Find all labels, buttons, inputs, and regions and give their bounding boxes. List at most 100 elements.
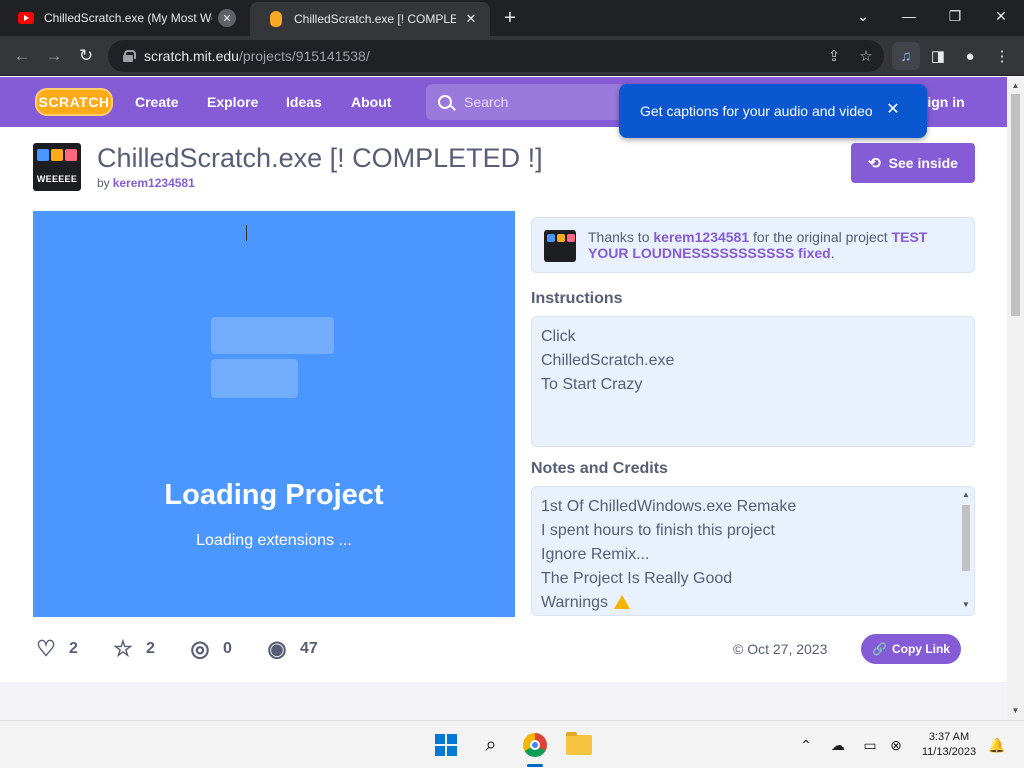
- page-scroll-down-icon[interactable]: ▼: [1007, 704, 1024, 718]
- address-bar[interactable]: scratch.mit.edu /projects/915141538/ ⇪ ☆: [108, 40, 884, 72]
- notes-scrollbar[interactable]: ▲ ▼: [960, 489, 972, 613]
- instruction-line: Click: [541, 328, 576, 345]
- captions-popup-text: Get captions for your audio and video: [640, 103, 873, 119]
- project-stage[interactable]: Loading Project Loading extensions ...: [33, 211, 515, 617]
- menu-kebab-icon[interactable]: ⋮: [988, 42, 1016, 70]
- favorite-count: 2: [146, 640, 155, 657]
- notes-line: I spent hours to finish this project: [541, 522, 775, 539]
- eye-icon: ◉: [267, 636, 287, 661]
- search-placeholder: Search: [464, 94, 509, 110]
- nav-ideas[interactable]: Ideas: [286, 77, 322, 127]
- copy-link-button[interactable]: 🔗 Copy Link: [861, 634, 961, 664]
- tab-title: ChilledScratch.exe [! COMPLETED: [294, 12, 456, 26]
- link-icon: 🔗: [872, 642, 887, 656]
- nav-about[interactable]: About: [351, 77, 391, 127]
- text-cursor-icon: [246, 225, 252, 241]
- remix-author-link[interactable]: kerem1234581: [653, 229, 749, 245]
- notes-line-warnings: Warnings: [541, 591, 965, 615]
- forward-button[interactable]: →: [40, 42, 68, 70]
- start-button[interactable]: [428, 727, 464, 763]
- project-thumbnail: WEEEEE: [33, 143, 81, 191]
- instructions-heading: Instructions: [531, 290, 623, 307]
- tab-close-icon[interactable]: ✕: [218, 9, 236, 27]
- instruction-line: To Start Crazy: [541, 376, 643, 393]
- remix-credit-text: Thanks to kerem1234581 for the original …: [588, 229, 966, 261]
- remix-suffix: .: [830, 245, 835, 261]
- loading-subtitle: Loading extensions ...: [196, 532, 352, 549]
- display-icon[interactable]: ▭: [858, 733, 882, 757]
- loading-block-icon: [211, 359, 298, 398]
- tab-close-icon[interactable]: ✕: [462, 10, 480, 28]
- copy-link-label: Copy Link: [891, 642, 950, 656]
- notes-heading: Notes and Credits: [531, 460, 668, 477]
- tab-title: ChilledScratch.exe (My Most Wo: [44, 11, 212, 25]
- windows-logo-icon: [435, 734, 457, 756]
- search-input[interactable]: Search: [426, 84, 626, 120]
- lock-icon[interactable]: [122, 50, 136, 62]
- minimize-button[interactable]: —: [886, 0, 932, 32]
- remix-middle: for the original project: [753, 229, 888, 245]
- side-panel-icon[interactable]: ◨: [924, 42, 952, 70]
- instructions-box[interactable]: Click ChilledScratch.exe To Start Crazy: [531, 316, 975, 447]
- remix-count: 0: [223, 640, 232, 657]
- profile-icon[interactable]: ●: [956, 42, 984, 70]
- show-hidden-icons-icon[interactable]: ⌃: [794, 733, 818, 757]
- love-stat[interactable]: ♡ 2: [33, 634, 78, 664]
- network-icon[interactable]: ⊗: [884, 733, 908, 757]
- nav-create[interactable]: Create: [135, 77, 179, 127]
- scroll-up-icon[interactable]: ▲: [960, 489, 972, 501]
- notes-box[interactable]: 1st Of ChilledWindows.exe Remake I spent…: [531, 486, 975, 616]
- screen: ChilledScratch.exe (My Most Wo ✕ Chilled…: [0, 0, 1024, 768]
- thumbnail-text: WEEEEE: [36, 174, 78, 184]
- notification-bell-icon[interactable]: 🔔: [985, 733, 1009, 757]
- folder-icon: [566, 732, 592, 755]
- see-inside-label: See inside: [888, 155, 958, 171]
- reload-button[interactable]: ↻: [72, 42, 100, 70]
- see-inside-button[interactable]: ⟲ See inside: [851, 143, 975, 183]
- page-scrollbar[interactable]: ▲ ▼: [1007, 77, 1024, 720]
- youtube-favicon-icon: [18, 10, 34, 26]
- search-icon: [438, 95, 452, 109]
- media-control-icon[interactable]: ♫: [892, 42, 920, 70]
- search-taskbar-icon[interactable]: ⌕: [473, 727, 509, 763]
- windows-taskbar: ⌕ ⌃ ☁ ▭ ⊗ 3:37 AM 11/13/2023 🔔: [0, 720, 1024, 768]
- clock-date: 11/13/2023: [921, 746, 977, 758]
- warning-icon: [613, 595, 630, 609]
- clock-time: 3:37 AM: [928, 731, 970, 743]
- captions-close-icon[interactable]: ✕: [883, 100, 903, 120]
- original-project-thumbnail[interactable]: [544, 230, 576, 262]
- scratch-logo[interactable]: SCRATCH: [35, 88, 113, 116]
- share-icon[interactable]: ⇪: [820, 40, 848, 72]
- scroll-thumb[interactable]: [962, 505, 970, 571]
- chrome-taskbar-button[interactable]: [517, 727, 553, 763]
- browser-tab-strip: ChilledScratch.exe (My Most Wo ✕ Chilled…: [0, 0, 1024, 36]
- project-byline: by kerem1234581: [97, 176, 195, 190]
- author-link[interactable]: kerem1234581: [113, 176, 195, 190]
- notes-line: Ignore Remix...: [541, 546, 650, 563]
- notes-line: The Project Is Really Good: [541, 570, 733, 587]
- url-path: /projects/915141538/: [238, 48, 370, 64]
- onedrive-icon[interactable]: ☁: [826, 733, 850, 757]
- tab-scratch-project[interactable]: ChilledScratch.exe [! COMPLETED ✕: [250, 2, 490, 36]
- tab-youtube[interactable]: ChilledScratch.exe (My Most Wo ✕: [0, 0, 246, 36]
- back-button[interactable]: ←: [8, 42, 36, 70]
- page-scroll-thumb[interactable]: [1011, 94, 1020, 316]
- remix-spiral-icon: ◎: [190, 636, 210, 661]
- browser-toolbar: ← → ↻ scratch.mit.edu /projects/91514153…: [0, 36, 1024, 76]
- new-tab-button[interactable]: +: [498, 6, 522, 30]
- instruction-line: ChilledScratch.exe: [541, 352, 675, 369]
- scratch-favicon-icon: [268, 11, 284, 27]
- restore-button[interactable]: ❐: [932, 0, 978, 32]
- file-explorer-button[interactable]: [561, 727, 597, 763]
- favorite-stat[interactable]: ☆ 2: [110, 634, 155, 664]
- scroll-down-icon[interactable]: ▼: [960, 599, 972, 611]
- close-window-button[interactable]: ✕: [978, 0, 1024, 32]
- page-scroll-up-icon[interactable]: ▲: [1007, 79, 1024, 93]
- bookmark-star-icon[interactable]: ☆: [852, 40, 880, 72]
- tab-search-chevron-icon[interactable]: ⌄: [840, 0, 886, 32]
- project-date: © Oct 27, 2023: [733, 641, 827, 657]
- love-count: 2: [69, 640, 78, 657]
- system-clock[interactable]: 3:37 AM 11/13/2023: [916, 730, 982, 760]
- loading-block-icon: [211, 317, 334, 354]
- nav-explore[interactable]: Explore: [207, 77, 258, 127]
